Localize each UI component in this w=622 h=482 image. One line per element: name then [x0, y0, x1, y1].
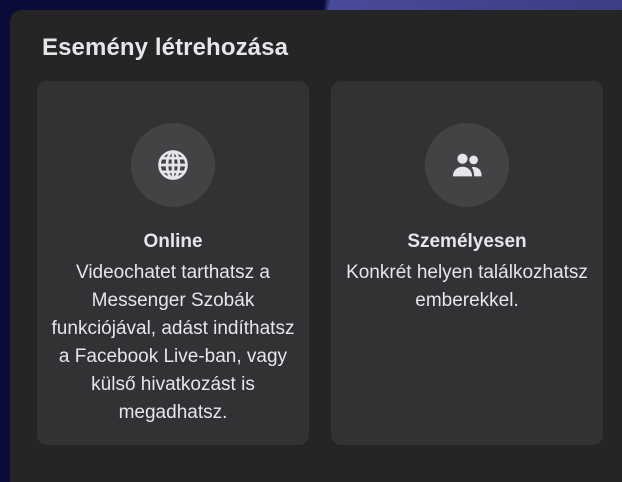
- in-person-option-description: Konkrét helyen találkozhatsz emberekkel.: [346, 262, 588, 311]
- online-option-label: Online: [143, 231, 203, 252]
- globe-icon: [131, 123, 215, 207]
- online-event-option[interactable]: Online Videochatet tarthatsz a Messenger…: [37, 81, 309, 445]
- people-icon: [425, 123, 509, 207]
- dialog-title: Esemény létrehozása: [42, 34, 289, 61]
- in-person-event-option[interactable]: Személyesen Konkrét helyen találkozhatsz…: [331, 81, 603, 445]
- online-option-description: Videochatet tarthatsz a Messenger Szobák…: [51, 262, 295, 423]
- in-person-option-label: Személyesen: [407, 231, 527, 252]
- create-event-dialog: Esemény létrehozása Online Videochatet t…: [10, 10, 622, 482]
